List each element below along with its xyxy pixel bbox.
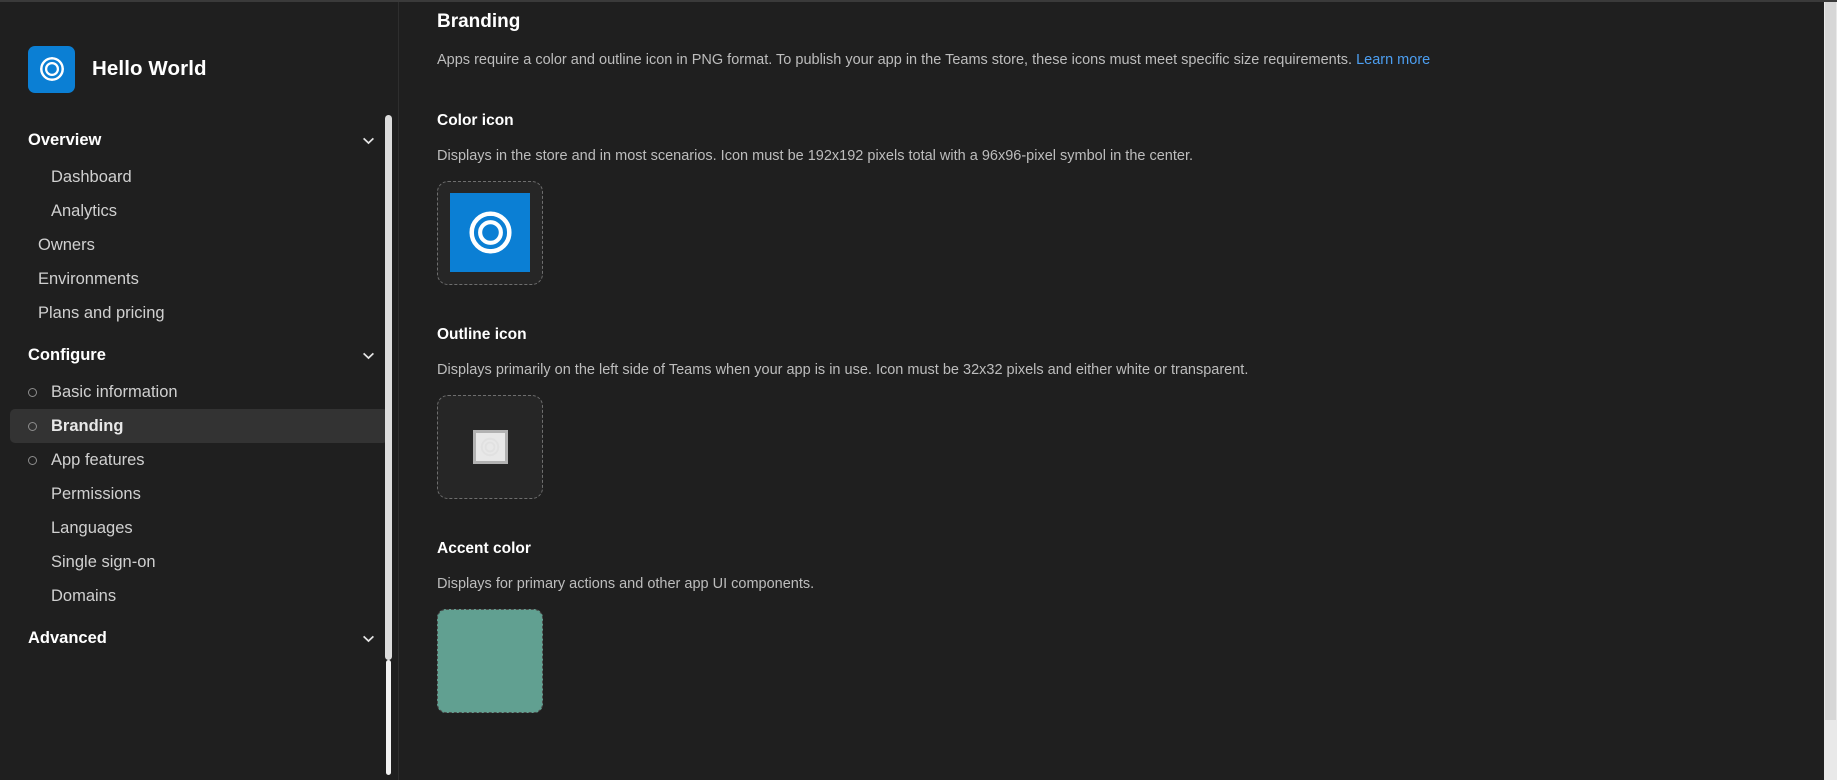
app-name: Hello World	[92, 57, 207, 80]
section-accent-color: Accent color Displays for primary action…	[437, 540, 1837, 713]
sidebar-item-label: Languages	[51, 518, 133, 537]
sidebar-group-advanced[interactable]: Advanced	[0, 619, 398, 658]
sidebar-item-domains[interactable]: Domains	[10, 579, 388, 613]
section-outline-icon: Outline icon Displays primarily on the l…	[437, 326, 1837, 499]
sidebar-item-languages[interactable]: Languages	[10, 511, 388, 545]
sidebar-item-label: Owners	[38, 235, 95, 254]
section-description: Displays for primary actions and other a…	[437, 575, 815, 592]
sidebar-item-label: Single sign-on	[51, 552, 156, 571]
radio-bullet-icon	[28, 387, 37, 397]
sidebar-item-plans-and-pricing[interactable]: Plans and pricing	[10, 296, 388, 330]
page-scrollbar-thumb[interactable]	[1825, 2, 1836, 720]
sidebar-item-basic-information[interactable]: Basic information	[10, 375, 388, 409]
app-window: Hello World Overview Dashboard Analytics…	[0, 0, 1837, 780]
sidebar-item-permissions[interactable]: Permissions	[10, 477, 388, 511]
sidebar-nav: Overview Dashboard Analytics Owners Envi…	[0, 98, 398, 658]
accent-color-swatch[interactable]	[437, 608, 543, 713]
sidebar-item-label: Analytics	[51, 201, 118, 220]
radio-bullet-icon	[28, 455, 37, 465]
page-description-text: Apps require a color and outline icon in…	[437, 52, 1353, 68]
radio-bullet-icon	[28, 421, 37, 431]
sidebar-item-label: Plans and pricing	[38, 303, 165, 322]
color-icon-image	[450, 193, 530, 273]
sidebar-item-analytics[interactable]: Analytics	[10, 194, 388, 228]
outline-icon-upload-preview[interactable]	[437, 394, 543, 499]
sidebar: Hello World Overview Dashboard Analytics…	[0, 2, 399, 780]
section-title: Accent color	[437, 539, 531, 557]
chevron-down-icon	[363, 137, 374, 145]
sidebar-item-dashboard[interactable]: Dashboard	[10, 160, 388, 194]
section-title: Color icon	[437, 111, 514, 129]
sidebar-item-label: Environments	[38, 269, 139, 288]
sidebar-group-advanced-label: Advanced	[28, 629, 107, 647]
sidebar-item-label: Domains	[51, 586, 117, 605]
color-icon-upload-preview[interactable]	[437, 180, 543, 285]
sidebar-group-configure[interactable]: Configure	[0, 336, 398, 375]
outline-icon-image	[472, 429, 508, 464]
sidebar-item-branding[interactable]: Branding	[10, 409, 388, 443]
sidebar-item-label: Branding	[51, 416, 124, 435]
swirl-logo-icon	[28, 45, 75, 93]
sidebar-scrollbar-thumb[interactable]	[385, 115, 392, 660]
learn-more-link[interactable]: Learn more	[1356, 52, 1430, 68]
sidebar-group-overview-label: Overview	[28, 131, 102, 149]
page-title: Branding	[437, 11, 521, 32]
sidebar-group-configure-label: Configure	[28, 346, 106, 364]
sidebar-item-app-features[interactable]: App features	[10, 443, 388, 477]
main-content: Branding Apps require a color and outlin…	[399, 2, 1837, 780]
sidebar-item-label: Dashboard	[51, 167, 132, 186]
section-color-icon: Color icon Displays in the store and in …	[437, 112, 1837, 285]
sidebar-item-label: App features	[51, 450, 145, 469]
sidebar-item-environments[interactable]: Environments	[10, 262, 388, 296]
page-scrollbar[interactable]	[1824, 2, 1837, 780]
chevron-down-icon	[363, 635, 374, 643]
sidebar-scrollbar-track[interactable]	[386, 660, 391, 775]
sidebar-item-owners[interactable]: Owners	[10, 228, 388, 262]
app-brand-header: Hello World	[0, 2, 398, 98]
sidebar-item-single-sign-on[interactable]: Single sign-on	[10, 545, 388, 579]
section-description: Displays in the store and in most scenar…	[437, 147, 1194, 164]
chevron-down-icon	[363, 352, 374, 360]
section-title: Outline icon	[437, 325, 527, 343]
page-description: Apps require a color and outline icon in…	[437, 51, 1837, 71]
sidebar-item-label: Basic information	[51, 382, 178, 401]
section-description: Displays primarily on the left side of T…	[437, 361, 1249, 378]
sidebar-scrollbar[interactable]	[385, 2, 392, 780]
sidebar-group-overview[interactable]: Overview	[0, 121, 398, 160]
sidebar-item-label: Permissions	[51, 484, 141, 503]
